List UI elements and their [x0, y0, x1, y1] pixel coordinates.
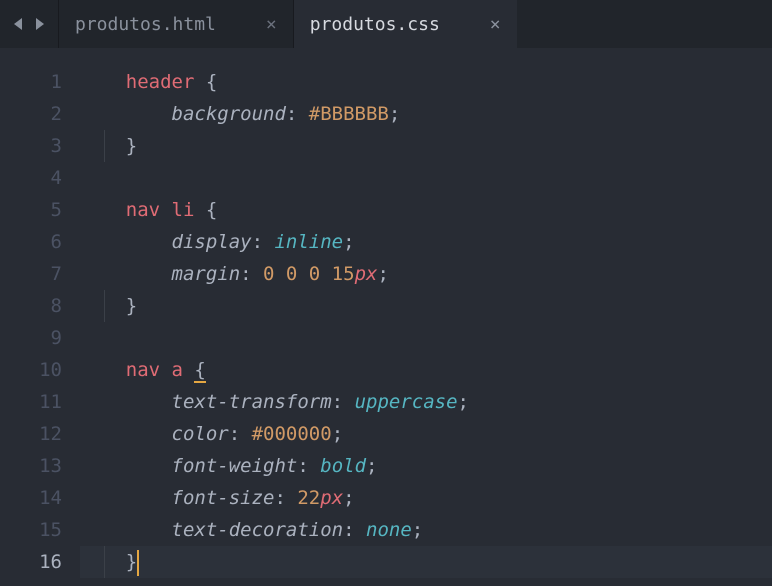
line-number: 1	[0, 66, 62, 98]
code-line: font-size: 22px;	[80, 482, 772, 514]
forward-icon[interactable]	[32, 16, 48, 32]
line-number: 5	[0, 194, 62, 226]
editor: 12345678910111213141516 header { backgro…	[0, 48, 772, 586]
code-line: }	[80, 290, 772, 322]
nav-arrows	[0, 0, 58, 48]
line-number: 11	[0, 386, 62, 418]
code-line	[80, 322, 772, 354]
line-number: 14	[0, 482, 62, 514]
code-line: display: inline;	[80, 226, 772, 258]
line-number: 8	[0, 290, 62, 322]
code-line: }	[80, 130, 772, 162]
tab-label: produtos.html	[75, 14, 216, 35]
line-number: 6	[0, 226, 62, 258]
line-number: 9	[0, 322, 62, 354]
code-line: text-decoration: none;	[80, 514, 772, 546]
tabs-container: produtos.html × produtos.css ×	[58, 0, 772, 48]
cursor	[137, 550, 139, 576]
line-number: 16	[0, 546, 62, 578]
code-line: background: #BBBBBB;	[80, 98, 772, 130]
code-line: color: #000000;	[80, 418, 772, 450]
line-number: 10	[0, 354, 62, 386]
code-line: nav li {	[80, 194, 772, 226]
code-line: margin: 0 0 0 15px;	[80, 258, 772, 290]
gutter: 12345678910111213141516	[0, 48, 80, 586]
close-icon[interactable]: ×	[490, 14, 501, 35]
line-number: 2	[0, 98, 62, 130]
line-number: 13	[0, 450, 62, 482]
line-number: 7	[0, 258, 62, 290]
code-line: header {	[80, 66, 772, 98]
tab-bar: produtos.html × produtos.css ×	[0, 0, 772, 48]
tab-label: produtos.css	[310, 14, 440, 35]
code-line: nav a {	[80, 354, 772, 386]
line-number: 12	[0, 418, 62, 450]
code-area[interactable]: header { background: #BBBBBB; } nav li {…	[80, 48, 772, 586]
line-number: 15	[0, 514, 62, 546]
code-line: text-transform: uppercase;	[80, 386, 772, 418]
tab-produtos-html[interactable]: produtos.html ×	[58, 0, 293, 48]
tab-produtos-css[interactable]: produtos.css ×	[293, 0, 517, 48]
code-line: }	[80, 546, 772, 578]
code-line	[80, 162, 772, 194]
line-number: 3	[0, 130, 62, 162]
back-icon[interactable]	[10, 16, 26, 32]
close-icon[interactable]: ×	[266, 14, 277, 35]
line-number: 4	[0, 162, 62, 194]
code-line: font-weight: bold;	[80, 450, 772, 482]
